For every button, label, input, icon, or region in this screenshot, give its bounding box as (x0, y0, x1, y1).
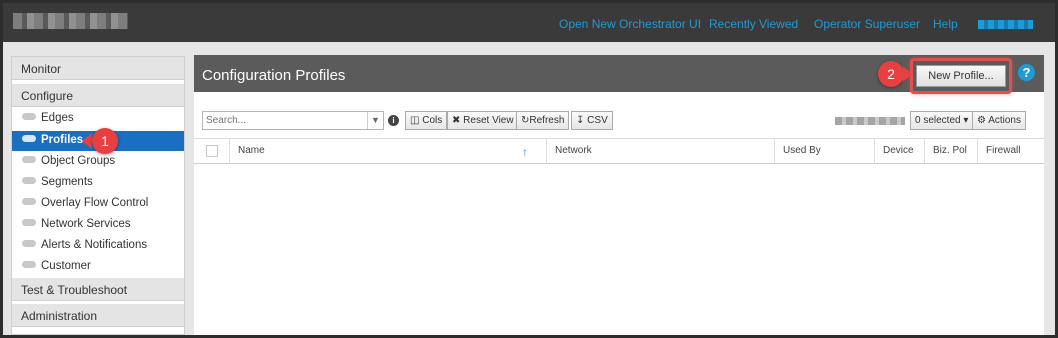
callout-arrow (903, 66, 912, 82)
cloud-icon (22, 156, 36, 163)
help-icon[interactable]: ? (1018, 64, 1035, 81)
gear-icon: ⚙ (977, 115, 986, 126)
page-title: Configuration Profiles (202, 67, 346, 84)
refresh-button[interactable]: ↻Refresh (516, 111, 570, 130)
selected-label: 0 selected (915, 115, 961, 126)
sidebar-item-customer[interactable]: Customer (12, 257, 184, 277)
column-label: Device (883, 145, 914, 156)
actions-label: Actions (988, 115, 1021, 126)
open-new-orchestrator-link[interactable]: Open New Orchestrator UI (559, 17, 701, 31)
actions-button[interactable]: ⚙ Actions (972, 111, 1026, 130)
sidebar-item-label: Profiles (41, 134, 84, 146)
sidebar-item-segments[interactable]: Segments (12, 173, 184, 193)
cloud-icon (22, 219, 36, 226)
search-field[interactable]: ▼ (202, 111, 384, 130)
chevron-down-icon[interactable]: ▼ (367, 112, 383, 129)
column-header-network[interactable]: Network (546, 139, 774, 163)
sidebar-item-label: Customer (41, 260, 91, 272)
sidebar-item-network-services[interactable]: Network Services (12, 215, 184, 235)
cloud-icon (22, 240, 36, 247)
new-profile-button[interactable]: New Profile... (916, 65, 1006, 87)
recently-viewed-link[interactable]: Recently Viewed (709, 17, 798, 31)
cloud-icon (22, 113, 36, 120)
reset-view-label: Reset View (463, 115, 514, 126)
refresh-label: Refresh (529, 115, 565, 126)
column-header-device[interactable]: Device (874, 139, 924, 163)
columns-icon: ◫ (410, 115, 420, 126)
sort-up-icon[interactable]: ↑ (522, 145, 528, 159)
sidebar-item-object-groups[interactable]: Object Groups (12, 152, 184, 172)
sidebar-section-monitor[interactable]: Monitor (12, 57, 184, 80)
selected-dropdown[interactable]: 0 selected ▾ (910, 111, 974, 130)
record-count (835, 117, 905, 125)
search-input[interactable] (203, 112, 363, 129)
sidebar-section-administration[interactable]: Administration (12, 304, 184, 327)
callout-badge-2: 2 (878, 61, 904, 87)
cloud-icon (22, 177, 36, 184)
table-header: Name ↑ Network Used By Device Biz. Pol F… (194, 138, 1044, 164)
csv-button[interactable]: ↧ CSV (571, 111, 613, 130)
column-header-name[interactable]: Name (229, 139, 544, 163)
reset-view-button[interactable]: ✖ Reset View (447, 111, 519, 130)
sidebar-item-label: Object Groups (41, 155, 116, 167)
column-header-used-by[interactable]: Used By (774, 139, 874, 163)
page-header: Configuration Profiles New Profile... ? (194, 55, 1044, 94)
main-panel: Configuration Profiles New Profile... ? … (194, 55, 1044, 335)
csv-label: CSV (587, 115, 608, 126)
help-link[interactable]: Help (933, 17, 958, 31)
sidebar-item-label: Alerts & Notifications (41, 239, 148, 251)
sidebar-item-label: Network Services (41, 218, 131, 230)
column-label: Used By (783, 145, 821, 156)
user-menu[interactable] (978, 20, 1033, 29)
sidebar-item-label: Segments (41, 176, 93, 188)
sidebar-section-test-troubleshoot[interactable]: Test & Troubleshoot (12, 278, 184, 301)
cloud-icon (22, 198, 36, 205)
column-label: Firewall (986, 145, 1021, 156)
download-icon: ↧ (576, 115, 585, 126)
app-window: Open New Orchestrator UI Recently Viewed… (3, 3, 1055, 335)
sidebar-section-configure[interactable]: Configure (12, 84, 184, 107)
sidebar-item-label: Edges (41, 112, 74, 124)
select-all-checkbox[interactable] (206, 145, 218, 157)
top-bar: Open New Orchestrator UI Recently Viewed… (3, 3, 1055, 42)
cols-button[interactable]: ◫ Cols (405, 111, 448, 130)
column-label: Name (238, 145, 265, 156)
column-label: Biz. Pol (933, 145, 967, 156)
close-icon: ✖ (452, 115, 461, 126)
operator-superuser-link[interactable]: Operator Superuser (814, 17, 920, 31)
sidebar-item-alerts-notifications[interactable]: Alerts & Notifications (12, 236, 184, 256)
column-header-biz-pol[interactable]: Biz. Pol (924, 139, 977, 163)
cloud-icon (22, 135, 36, 142)
column-label: Network (555, 145, 592, 156)
sidebar-item-label: Overlay Flow Control (41, 197, 149, 209)
info-icon[interactable]: i (388, 115, 399, 126)
callout-badge-1: 1 (92, 128, 118, 154)
sidebar-item-overlay-flow-control[interactable]: Overlay Flow Control (12, 194, 184, 214)
cloud-icon (22, 261, 36, 268)
column-header-firewall[interactable]: Firewall (977, 139, 1044, 163)
cols-label: Cols (422, 115, 443, 126)
callout-arrow (82, 133, 92, 149)
brand-logo (13, 13, 128, 29)
sidebar-item-edges[interactable]: Edges (12, 109, 184, 129)
sidebar: Monitor Configure Edges Profiles Object … (11, 56, 185, 335)
chevron-down-icon: ▾ (963, 115, 969, 126)
